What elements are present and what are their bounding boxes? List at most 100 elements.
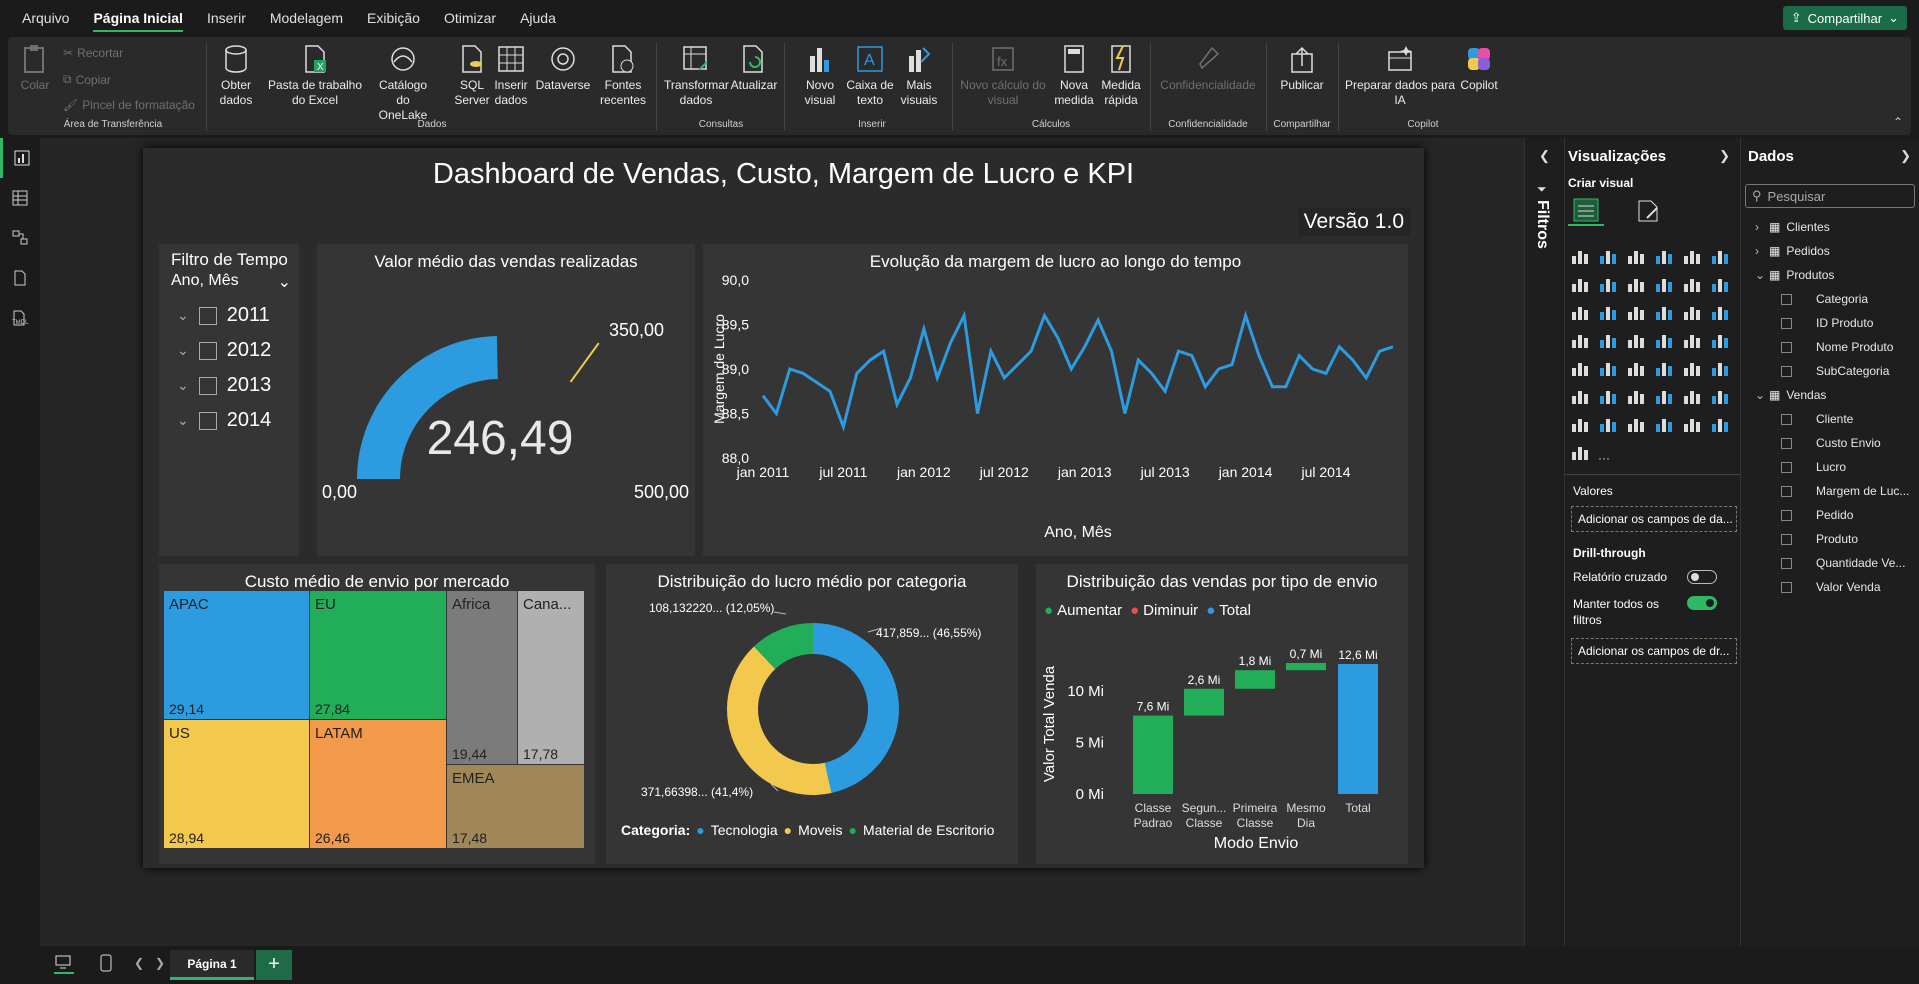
field-item[interactable]: Margem de Luc... <box>1781 484 1909 498</box>
visual-type-icon[interactable] <box>1598 386 1620 408</box>
visual-type-icon[interactable] <box>1626 274 1648 296</box>
quick-measure-button[interactable]: Medida rápida <box>1098 43 1144 108</box>
visual-type-icon[interactable] <box>1598 358 1620 380</box>
visual-type-icon[interactable] <box>1598 330 1620 352</box>
dataverse-button[interactable]: Dataverse <box>532 43 594 93</box>
visual-type-icon[interactable] <box>1570 386 1592 408</box>
new-measure-button[interactable]: Nova medida <box>1050 43 1098 108</box>
field-item[interactable]: Categoria <box>1781 292 1868 306</box>
visual-type-icon[interactable] <box>1570 330 1592 352</box>
menu-exibicao[interactable]: Exibição <box>355 0 432 36</box>
table-node[interactable]: › ▦ Pedidos <box>1755 244 1830 258</box>
visual-type-icon[interactable] <box>1626 302 1648 324</box>
visual-type-icon[interactable] <box>1598 274 1620 296</box>
chevron-down-icon[interactable]: ⌄ <box>1755 268 1765 282</box>
cross-report-toggle[interactable] <box>1687 570 1717 584</box>
checkbox[interactable] <box>1781 437 1792 449</box>
visual-type-icon[interactable] <box>1654 330 1676 352</box>
visual-type-icon[interactable] <box>1682 358 1704 380</box>
checkbox[interactable] <box>1781 509 1792 521</box>
visual-type-icon[interactable] <box>1654 414 1676 436</box>
line-chart-card[interactable]: Evolução da margem de lucro ao longo do … <box>703 244 1408 556</box>
visual-type-icon[interactable] <box>1570 246 1592 268</box>
visual-type-icon[interactable] <box>1682 386 1704 408</box>
visual-type-icon[interactable] <box>1654 302 1676 324</box>
keep-filters-toggle[interactable] <box>1687 596 1717 610</box>
visual-type-icon[interactable] <box>1598 302 1620 324</box>
visual-type-icon[interactable] <box>1626 414 1648 436</box>
slicer-item[interactable]: ⌄ 2012 <box>177 339 271 362</box>
format-visual-tab[interactable] <box>1635 198 1661 229</box>
field-item[interactable]: Nome Produto <box>1781 340 1893 354</box>
chevron-right-icon[interactable]: › <box>1755 244 1763 258</box>
expand-icon[interactable]: ⌄ <box>177 307 189 324</box>
onelake-button[interactable]: Catálogo do OneLake <box>372 43 434 123</box>
visual-type-icon[interactable] <box>1626 330 1648 352</box>
get-data-button[interactable]: Obter dados <box>214 43 258 108</box>
text-box-button[interactable]: A Caixa de texto <box>846 43 894 108</box>
add-page-button[interactable]: + <box>256 950 292 980</box>
expand-icon[interactable]: ⌄ <box>177 412 189 429</box>
field-item[interactable]: Valor Venda <box>1781 580 1881 594</box>
field-item[interactable]: Pedido <box>1781 508 1853 522</box>
checkbox[interactable] <box>198 411 217 430</box>
chevron-down-icon[interactable]: ⌄ <box>1755 388 1765 402</box>
table-view-icon[interactable] <box>0 178 40 218</box>
sql-server-button[interactable]: SQL Server <box>454 43 490 108</box>
prepare-ai-button[interactable]: Preparar dados para IA <box>1344 43 1456 108</box>
slicer-subtitle[interactable]: Ano, Mês ⌄ <box>171 272 291 291</box>
checkbox[interactable] <box>1781 341 1792 353</box>
new-visual-button[interactable]: Novo visual <box>800 43 840 108</box>
more-visuals-icon[interactable]: ··· <box>1598 451 1620 473</box>
visual-type-icon[interactable] <box>1710 302 1732 324</box>
paste-button[interactable]: Colar <box>16 43 54 93</box>
field-item[interactable]: Cliente <box>1781 412 1853 426</box>
cut-button[interactable]: ✂ Recortar <box>63 46 123 60</box>
expand-icon[interactable]: ⌄ <box>177 377 189 394</box>
visual-type-icon[interactable] <box>1654 386 1676 408</box>
copilot-button[interactable]: Copilot <box>1456 43 1502 93</box>
checkbox[interactable] <box>1781 485 1792 497</box>
treemap-cell-apac[interactable]: APAC 29,14 <box>164 591 309 719</box>
visual-type-icon[interactable] <box>1710 386 1732 408</box>
search-input[interactable]: ⚲ Pesquisar <box>1745 184 1915 208</box>
enter-data-button[interactable]: Inserir dados <box>492 43 530 108</box>
excel-button[interactable]: X Pasta de trabalho do Excel <box>262 43 368 108</box>
chevron-right-icon[interactable]: › <box>1755 220 1763 234</box>
refresh-button[interactable]: Atualizar <box>730 43 778 93</box>
treemap-cell-canada[interactable]: Cana... 17,78 <box>518 591 584 764</box>
dax-query-icon[interactable] <box>0 258 40 298</box>
treemap-cell-africa[interactable]: Africa 19,44 <box>447 591 517 764</box>
model-view-icon[interactable] <box>0 218 40 258</box>
checkbox[interactable] <box>1781 461 1792 473</box>
field-item[interactable]: Quantidade Ve... <box>1781 556 1905 570</box>
checkbox[interactable] <box>1781 317 1792 329</box>
visual-type-icon[interactable] <box>1710 246 1732 268</box>
recent-sources-button[interactable]: Fontes recentes <box>596 43 650 108</box>
menu-ajuda[interactable]: Ajuda <box>508 0 568 36</box>
visual-type-icon[interactable] <box>1570 358 1592 380</box>
collapse-ribbon-icon[interactable]: ⌃ <box>1893 115 1903 129</box>
prev-page-icon[interactable]: ❮ <box>134 956 144 970</box>
legend-item[interactable]: Tecnologia <box>711 822 778 838</box>
gauge-card[interactable]: Valor médio das vendas realizadas 246,49… <box>317 244 695 556</box>
treemap-card[interactable]: Custo médio de envio por mercado APAC 29,… <box>159 564 595 864</box>
new-calc-button[interactable]: fx Novo cálculo do visual <box>958 43 1048 108</box>
build-visual-tab[interactable] <box>1568 196 1604 226</box>
treemap-cell-emea[interactable]: EMEA 17,48 <box>447 765 584 848</box>
visual-type-icon[interactable] <box>1682 246 1704 268</box>
page-tab[interactable]: Página 1 <box>170 950 254 980</box>
filters-pane[interactable]: ❮ ⏷ Filtros <box>1524 138 1564 984</box>
slicer-item[interactable]: ⌄ 2014 <box>177 409 271 432</box>
visual-type-icon[interactable] <box>1654 274 1676 296</box>
format-painter-button[interactable]: 🖌 Pincel de formatação <box>63 98 195 112</box>
treemap-cell-us[interactable]: US 28,94 <box>164 720 309 848</box>
tmdl-icon[interactable]: TMDL <box>0 298 40 338</box>
visual-type-icon[interactable] <box>1598 246 1620 268</box>
field-item[interactable]: Custo Envio <box>1781 436 1881 450</box>
visual-type-icon[interactable] <box>1682 274 1704 296</box>
field-item[interactable]: ID Produto <box>1781 316 1873 330</box>
visual-type-icon[interactable] <box>1710 330 1732 352</box>
expand-icon[interactable]: ⌄ <box>177 342 189 359</box>
share-button[interactable]: ⇪ Compartilhar ⌄ <box>1782 6 1907 30</box>
